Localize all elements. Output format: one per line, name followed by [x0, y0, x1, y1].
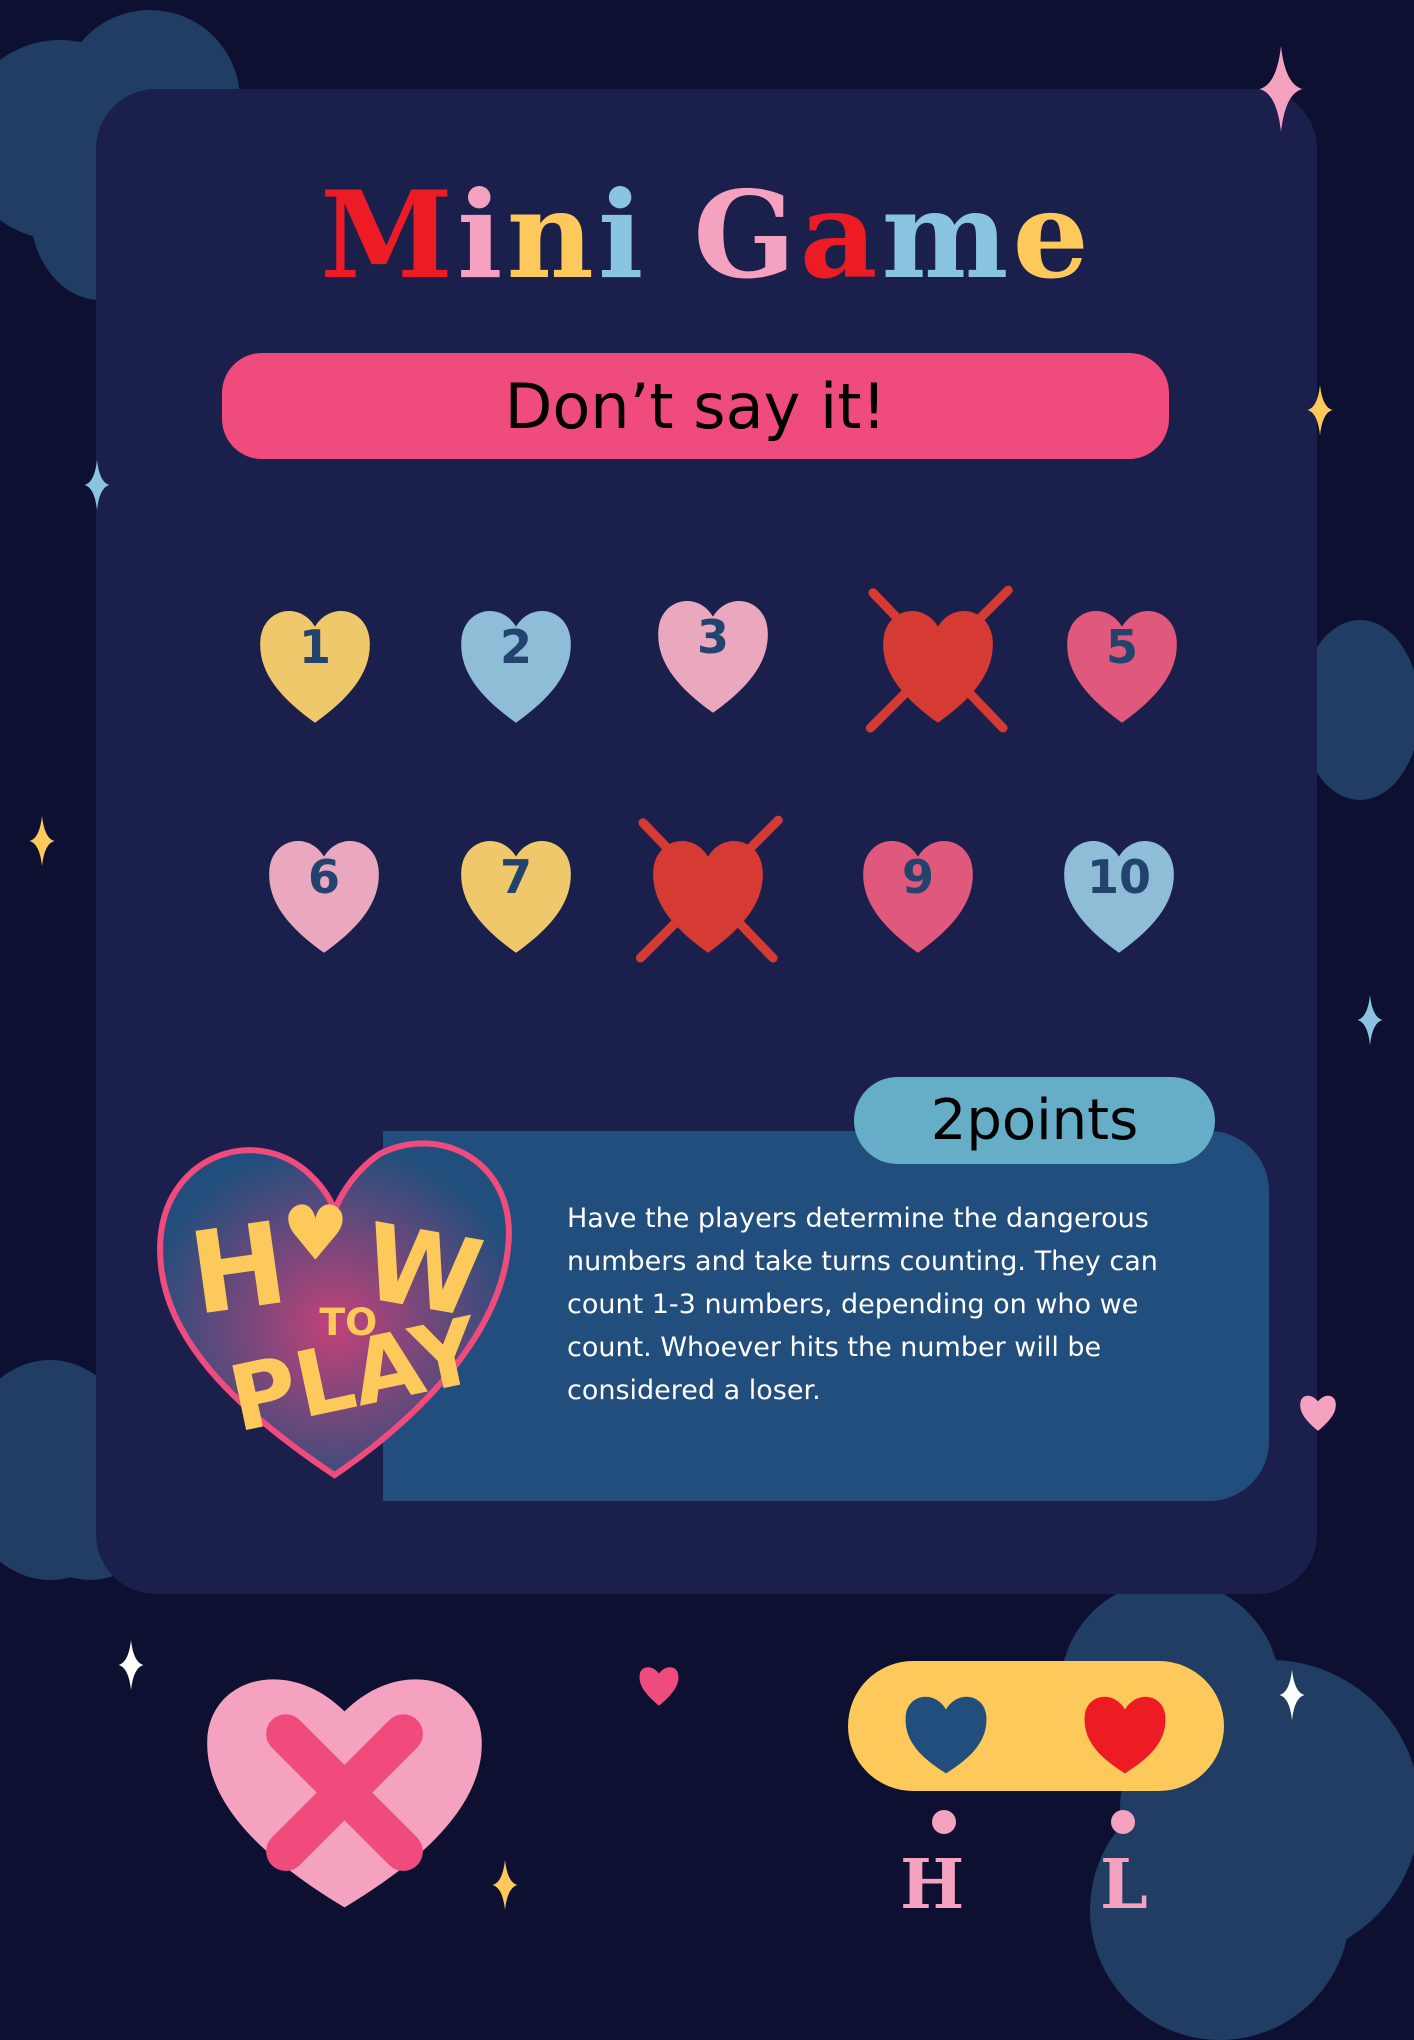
page-title: Mini Game [96, 165, 1317, 306]
number-heart[interactable]: 7 [451, 828, 581, 958]
number-heart[interactable]: 10 [1054, 828, 1184, 958]
heart-number: 3 [696, 610, 729, 664]
how-to-play-description: Have the players determine the dangerous… [567, 1203, 1158, 1406]
svg-text:H: H [182, 1197, 294, 1341]
low-heart-button[interactable] [1080, 1691, 1170, 1775]
title-letter: i [457, 165, 507, 306]
heart-icon [635, 815, 783, 963]
title-letter [647, 165, 693, 306]
high-indicator-dot [932, 1810, 956, 1834]
number-heart[interactable]: 6 [259, 828, 389, 958]
points-badge: 2points [854, 1077, 1215, 1164]
title-letter: n [506, 165, 598, 306]
high-heart-button[interactable] [901, 1691, 991, 1775]
sparkle-icon [1259, 46, 1303, 132]
small-heart-icon [639, 1667, 679, 1706]
sparkle-icon [492, 1860, 518, 1910]
heart-number: 10 [1086, 850, 1151, 904]
sparkle-icon [1357, 995, 1383, 1045]
number-heart[interactable]: 3 [648, 588, 778, 718]
heart-number: 2 [499, 620, 532, 674]
sparkle-icon [1307, 385, 1333, 435]
number-heart[interactable]: 9 [853, 828, 983, 958]
heart-number: 6 [307, 850, 340, 904]
sparkle-icon [1279, 1670, 1305, 1720]
heart-number: 1 [298, 620, 331, 674]
subtitle-banner: Don’t say it! [222, 353, 1169, 459]
title-letter: e [1012, 165, 1093, 306]
number-heart[interactable]: 1 [250, 598, 380, 728]
title-letter: i [597, 165, 648, 306]
sparkle-icon [118, 1640, 144, 1690]
sparkle-icon [29, 816, 55, 866]
small-heart-icon [1300, 1395, 1336, 1431]
high-low-toggle[interactable] [848, 1661, 1224, 1791]
x-heart-icon [207, 1679, 482, 1908]
crossed-number-heart[interactable] [865, 585, 1013, 733]
number-heart[interactable]: 2 [451, 598, 581, 728]
high-label: H [900, 1845, 965, 1925]
number-heart[interactable]: 5 [1057, 598, 1187, 728]
points-text: 2points [930, 1088, 1139, 1153]
heart-number: 7 [499, 850, 532, 904]
title-letter: a [799, 165, 882, 306]
sparkle-icon [84, 460, 110, 510]
svg-text:♥: ♥ [282, 1190, 350, 1278]
low-label: L [1100, 1845, 1148, 1925]
close-button[interactable] [198, 1661, 491, 1913]
title-letter: m [881, 165, 1013, 306]
title-letter: M [320, 165, 458, 306]
heart-number: 5 [1105, 620, 1138, 674]
crossed-number-heart[interactable] [635, 815, 783, 963]
how-to-play-logo: H ♥ W TO PLAY [140, 1116, 529, 1494]
subtitle-text: Don’t say it! [504, 369, 887, 443]
title-letter: G [693, 165, 800, 306]
heart-icon [865, 585, 1013, 733]
cloud-decoration [1300, 620, 1414, 800]
low-indicator-dot [1111, 1810, 1135, 1834]
heart-number: 9 [901, 850, 934, 904]
